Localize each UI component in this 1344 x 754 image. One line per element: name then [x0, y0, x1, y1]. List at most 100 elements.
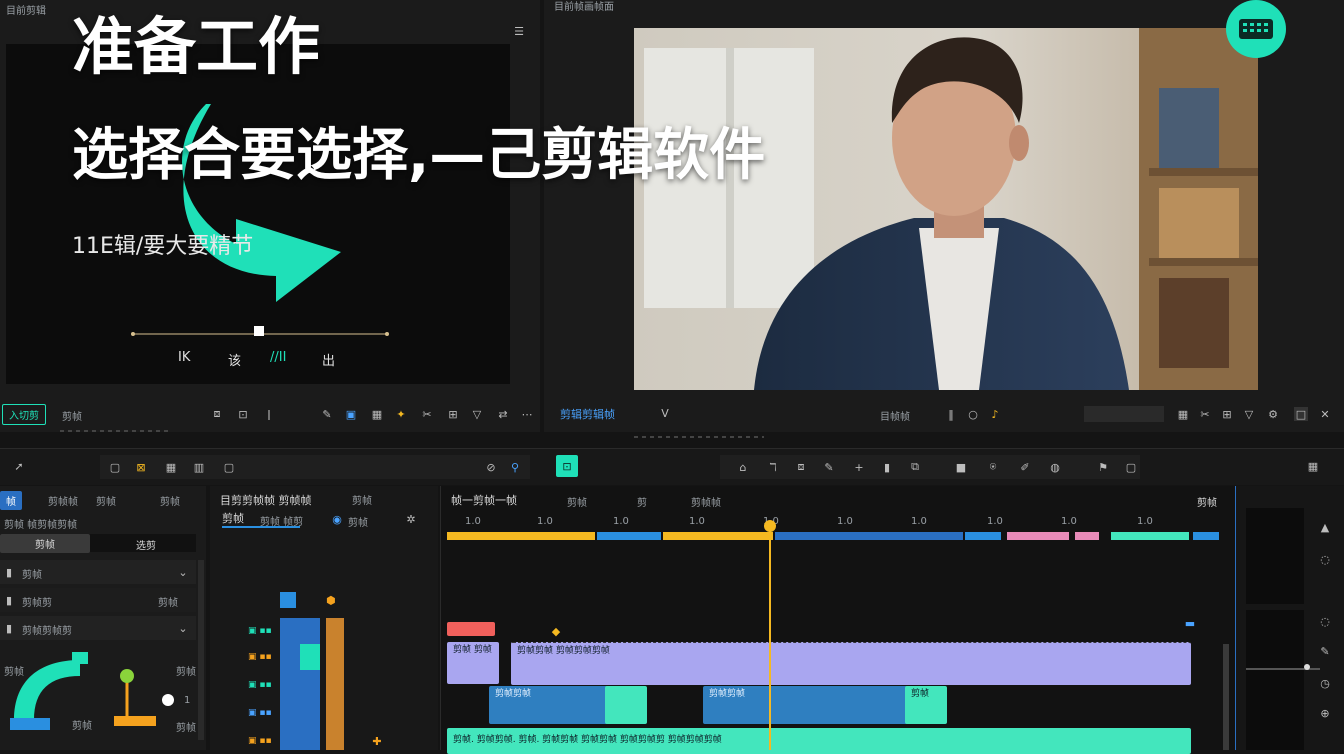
frame-icon[interactable]: ⊡: [236, 407, 250, 421]
grid-icon[interactable]: ▦: [370, 407, 384, 421]
clock-icon[interactable]: ◷: [1318, 676, 1332, 690]
mode-toggle-b[interactable]: 选剪: [136, 537, 156, 552]
property-row-3[interactable]: ▮ 剪帧剪帧剪 ⌄: [0, 616, 196, 640]
hook-icon[interactable]: ℸ: [766, 460, 780, 474]
settings-icon[interactable]: ✲: [404, 512, 418, 526]
stop-icon[interactable]: ■: [954, 460, 968, 474]
marker-icon[interactable]: ǀ: [262, 407, 276, 421]
track-row-1[interactable]: ▣ ▪▪: [248, 626, 272, 636]
grid-icon[interactable]: ▦: [164, 460, 178, 474]
track-row-5[interactable]: ▣ ▪▪: [248, 736, 272, 746]
property-row-2[interactable]: ▮ 剪帧剪 剪帧: [0, 588, 196, 612]
properties-scrollbar[interactable]: [198, 560, 204, 740]
chevron-down-icon[interactable]: V: [658, 406, 672, 420]
time-ruler[interactable]: 1.0 1.0 1.0 1.0 1.0 1.0 1.0 1.0 1.0 1.0: [441, 514, 1231, 530]
timeline-tab-2[interactable]: 剪帧: [567, 494, 587, 509]
square-icon[interactable]: □: [1294, 407, 1308, 421]
cut-icon[interactable]: ✂: [420, 407, 434, 421]
settings-icon[interactable]: ⚙: [1266, 407, 1280, 421]
playhead-line[interactable]: [769, 524, 771, 750]
track-row-2[interactable]: ▣ ▪▪: [248, 652, 272, 662]
frame-icon[interactable]: ▢: [1124, 460, 1138, 474]
clip-purple-b[interactable]: 剪帧剪帧 剪帧剪帧剪帧: [511, 642, 1191, 685]
box-icon[interactable]: ⊞: [446, 407, 460, 421]
shield-icon[interactable]: ◌: [1318, 552, 1332, 566]
clip-blue-b[interactable]: 剪帧剪帧: [703, 686, 909, 724]
lock-icon[interactable]: ⊕: [1318, 706, 1332, 720]
layer-icon[interactable]: ▣: [344, 407, 358, 421]
track-row-3[interactable]: ▣ ▪▪: [248, 680, 272, 690]
transform-icon[interactable]: ⧉: [908, 460, 922, 474]
timeline-scrollbar[interactable]: [1223, 644, 1229, 750]
crop-icon[interactable]: ⧈: [210, 407, 224, 421]
bars-icon[interactable]: ▮: [880, 460, 894, 474]
target-icon[interactable]: ◉: [330, 512, 344, 526]
source-active-button[interactable]: 入切剪: [2, 404, 46, 425]
loop-icon[interactable]: ○: [966, 407, 980, 421]
mask-icon[interactable]: ⍟: [986, 460, 1000, 474]
search-icon[interactable]: ⚲: [508, 460, 522, 474]
box-icon[interactable]: ⊞: [1220, 407, 1234, 421]
chevron-down-icon[interactable]: ⌄: [176, 621, 190, 635]
globe-icon[interactable]: ◍: [1048, 460, 1062, 474]
audio-icon[interactable]: ♪: [988, 407, 1002, 421]
property-row-1[interactable]: ▮ 剪帧 ⌄: [0, 560, 196, 584]
layout-icon[interactable]: ▦: [1306, 459, 1320, 473]
properties-tab-4[interactable]: 剪帧: [160, 493, 180, 508]
mode-toggle-a[interactable]: 剪帧: [0, 534, 90, 553]
pen-icon[interactable]: ✎: [320, 407, 334, 421]
bag-icon[interactable]: ⊠: [134, 460, 148, 474]
clip-teal-b[interactable]: 剪帧: [905, 686, 947, 724]
wand-icon[interactable]: ✐: [1018, 460, 1032, 474]
mode-toggle[interactable]: 剪帧 选剪: [0, 534, 196, 553]
curve-tip: [72, 652, 88, 664]
shield-icon[interactable]: ◌: [1318, 614, 1332, 628]
pen-icon[interactable]: ✎: [1318, 644, 1332, 658]
track-lock-blue[interactable]: [280, 592, 296, 608]
playhead-head[interactable]: [764, 520, 776, 532]
menu-icon[interactable]: ☰: [512, 24, 526, 38]
shuffle-icon[interactable]: ⇄: [496, 407, 510, 421]
effect-icon[interactable]: ✦: [394, 407, 408, 421]
program-scrub-bar[interactable]: [1084, 406, 1164, 422]
trash-icon[interactable]: ⌂: [736, 460, 750, 474]
clip-blue-a[interactable]: 剪帧剪帧: [489, 686, 609, 724]
track-lock-orange[interactable]: ⬢: [326, 594, 338, 607]
image-icon[interactable]: ▢: [108, 460, 122, 474]
add-track-icon[interactable]: ✚: [370, 734, 384, 748]
clip-audio[interactable]: 剪帧. 剪帧剪帧. 剪帧. 剪帧剪帧 剪帧剪帧 剪帧剪帧剪 剪帧剪帧剪帧: [447, 728, 1191, 754]
properties-tab-3[interactable]: 剪帧: [96, 493, 116, 508]
link-icon[interactable]: ⊘: [484, 460, 498, 474]
properties-tab-active[interactable]: 帧: [0, 491, 22, 510]
keyframe-icon[interactable]: ◆: [549, 624, 563, 638]
pen-icon[interactable]: ✎: [822, 460, 836, 474]
cursor-icon[interactable]: ➚: [12, 459, 26, 473]
meter-knob[interactable]: [1304, 664, 1310, 670]
program-active-label[interactable]: 剪辑剪辑帧: [560, 406, 615, 422]
snap-toggle[interactable]: ⊡: [556, 455, 578, 477]
keyboard-badge[interactable]: [1226, 0, 1286, 58]
frame-icon[interactable]: ▢: [222, 460, 236, 474]
clip-purple-a[interactable]: 剪帧 剪帧: [447, 642, 499, 684]
grid-icon[interactable]: ▦: [1176, 407, 1190, 421]
properties-tab-2[interactable]: 剪帧帧: [48, 493, 78, 508]
timeline-tab-4[interactable]: 剪帧帧: [691, 494, 721, 509]
pause-icon[interactable]: ‖: [944, 407, 958, 421]
flag-icon[interactable]: ⚑: [1096, 460, 1110, 474]
plus-icon[interactable]: +: [852, 460, 866, 474]
keyframe-icon[interactable]: ▬: [1183, 616, 1197, 630]
arrow-up-icon[interactable]: ▲: [1318, 520, 1332, 534]
cut-icon[interactable]: ✂: [1198, 407, 1212, 421]
crop-icon[interactable]: ⧈: [794, 460, 808, 474]
filter-icon[interactable]: ▽: [470, 407, 484, 421]
track-row-4[interactable]: ▣ ▪▪: [248, 708, 272, 718]
more-icon[interactable]: ⋯: [520, 407, 534, 421]
timeline-tab-3[interactable]: 剪: [637, 494, 647, 509]
filter-icon[interactable]: ▽: [1242, 407, 1256, 421]
sequence-label[interactable]: 帧一剪帧一帧: [451, 492, 517, 508]
film-icon[interactable]: ▥: [192, 460, 206, 474]
clip-red[interactable]: [447, 622, 495, 636]
chevron-down-icon[interactable]: ⌄: [176, 565, 190, 579]
close-icon[interactable]: ✕: [1318, 407, 1332, 421]
clip-teal-a[interactable]: [605, 686, 647, 724]
